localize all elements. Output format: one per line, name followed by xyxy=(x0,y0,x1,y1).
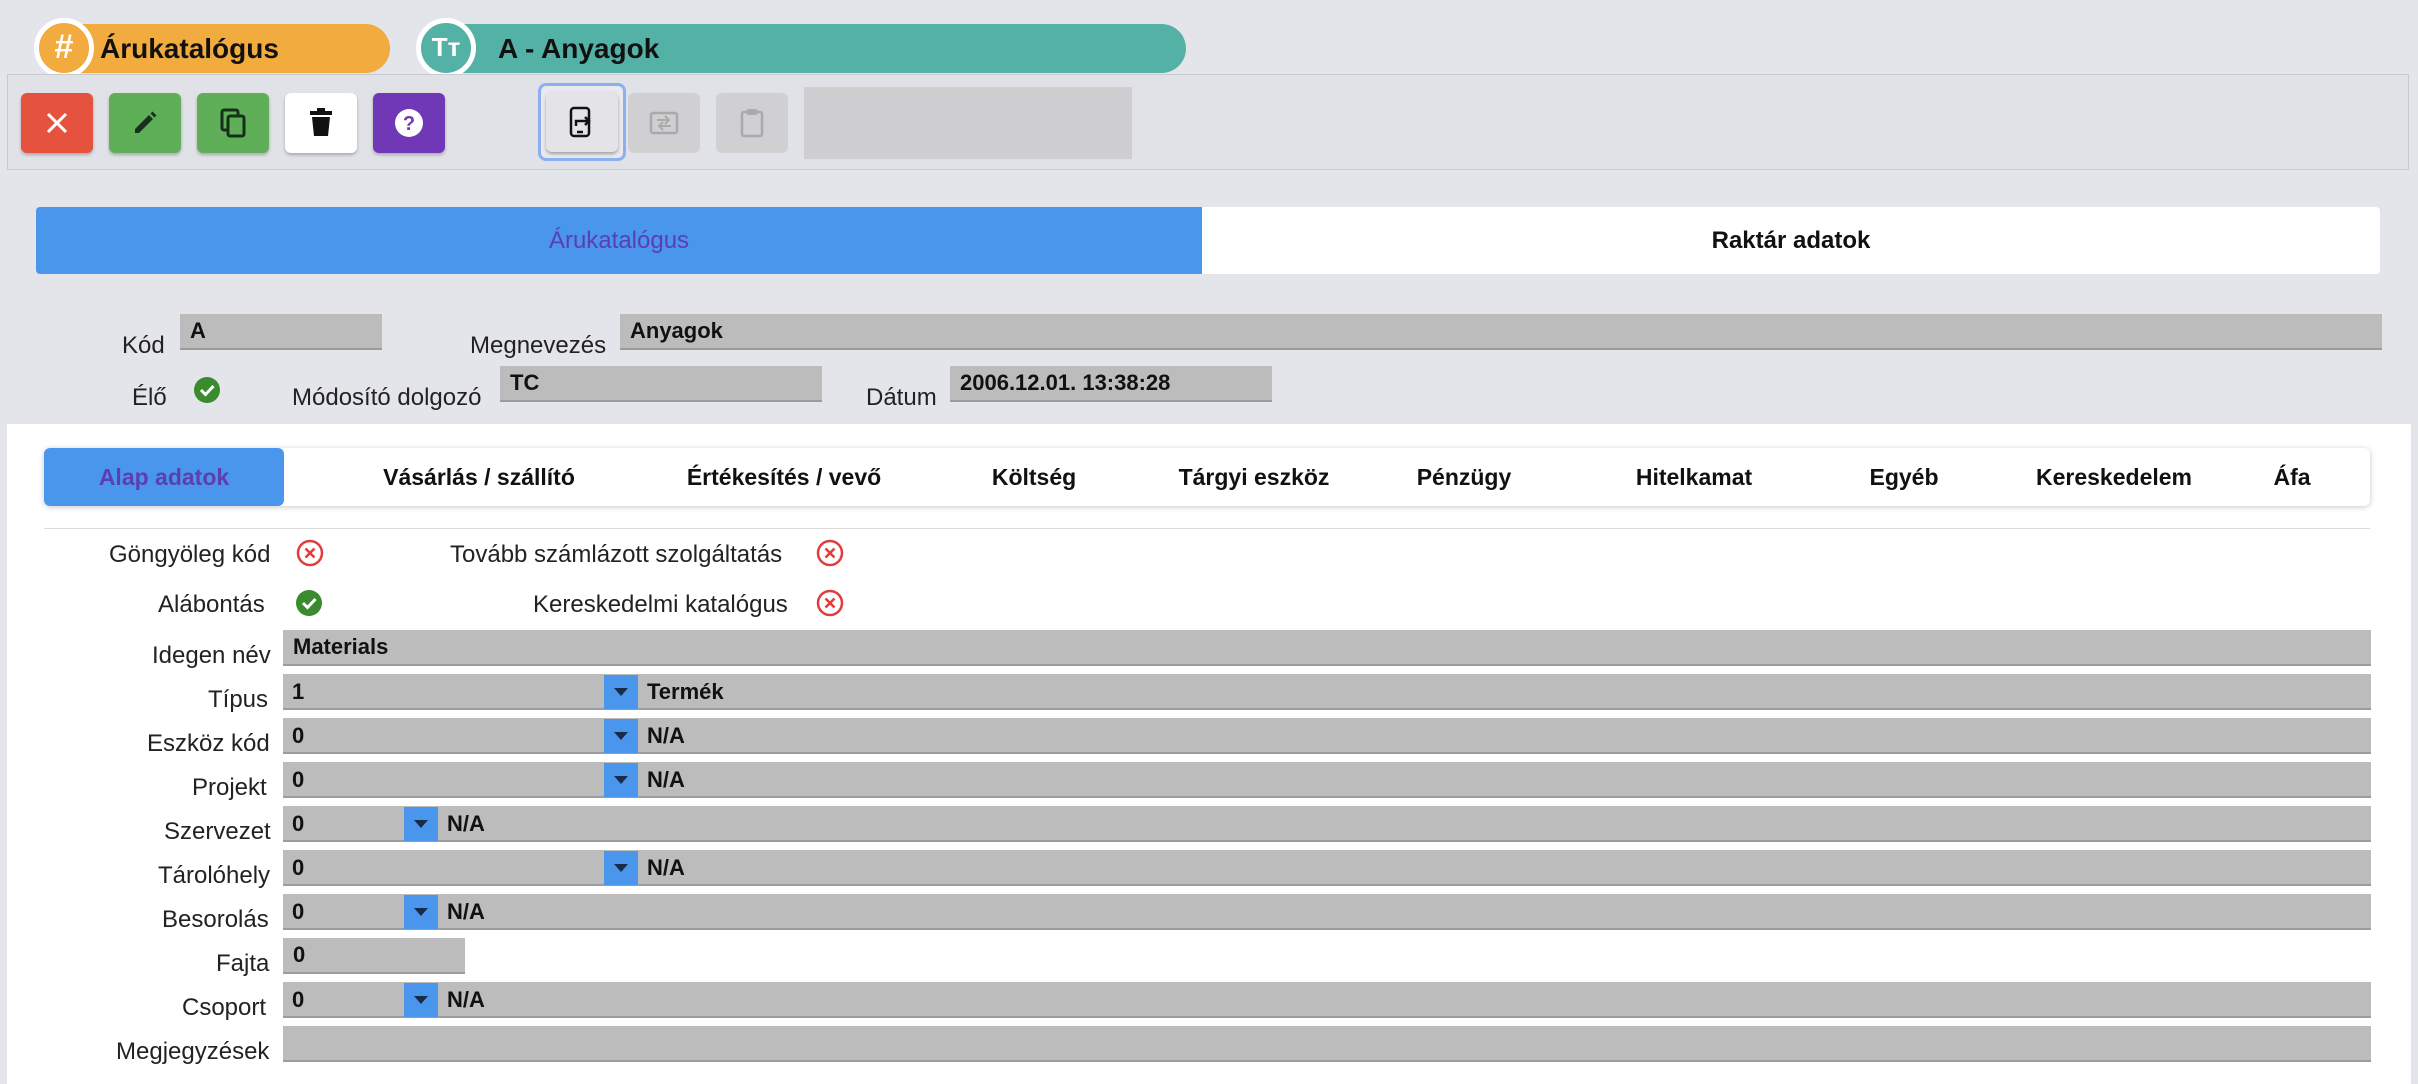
tipus-text: Termék xyxy=(647,679,724,704)
modosito-field[interactable]: TC xyxy=(500,366,822,402)
import-button[interactable] xyxy=(628,93,700,153)
toolbar-search-field[interactable] xyxy=(804,87,1132,159)
record-title: A - Anyagok xyxy=(498,33,660,64)
tab-raktar-adatok[interactable]: Raktár adatok xyxy=(1202,207,2380,274)
export-icon xyxy=(569,106,591,138)
szervezet-label: Szervezet xyxy=(164,818,271,845)
alabontas-check-icon[interactable] xyxy=(296,590,322,616)
edit-button[interactable] xyxy=(109,93,181,153)
tipus-dropdown-button[interactable] xyxy=(604,675,638,709)
szervezet-text: N/A xyxy=(447,811,485,836)
eszkoz-kod-text: N/A xyxy=(647,723,685,748)
fajta-label: Fajta xyxy=(216,950,270,977)
elo-label: Élő xyxy=(132,384,167,411)
subtab-kereskedelem[interactable]: Kereskedelem xyxy=(1984,448,2244,506)
idegen-nev-label: Idegen név xyxy=(152,642,271,669)
projekt-row xyxy=(283,762,2371,798)
kod-label: Kód xyxy=(122,332,165,359)
tipus-code[interactable]: 1 xyxy=(292,674,304,710)
subtab-hitelkamat[interactable]: Hitelkamat xyxy=(1574,448,1814,506)
projekt-text: N/A xyxy=(647,767,685,792)
besorolas-text: N/A xyxy=(447,899,485,924)
elo-check-icon[interactable] xyxy=(194,377,220,403)
subtab-egyeb[interactable]: Egyéb xyxy=(1824,448,1984,506)
subtab-koltseg[interactable]: Költség xyxy=(944,448,1124,506)
alabontas-label: Alábontás xyxy=(158,591,265,618)
edit-icon xyxy=(135,111,157,133)
megjegyzesek-label: Megjegyzések xyxy=(116,1038,270,1065)
tipus-row xyxy=(283,674,2371,710)
datum-field[interactable]: 2006.12.01. 13:38:28 xyxy=(950,366,1272,402)
besorolas-row xyxy=(283,894,2371,930)
eszkoz-kod-code[interactable]: 0 xyxy=(292,718,304,754)
subtab-targyi-eszkoz[interactable]: Tárgyi eszköz xyxy=(1124,448,1384,506)
copy-icon xyxy=(220,108,246,138)
fajta-field[interactable]: 0 xyxy=(283,938,465,974)
tipus-label: Típus xyxy=(208,686,269,713)
megnevezes-label: Megnevezés xyxy=(470,332,607,359)
close-button[interactable] xyxy=(21,93,93,153)
kereskedelmi-katalogus-label: Kereskedelmi katalógus xyxy=(533,591,788,618)
csoport-text: N/A xyxy=(447,987,485,1012)
projekt-dropdown-button[interactable] xyxy=(604,763,638,797)
csoport-code[interactable]: 0 xyxy=(292,982,304,1018)
besorolas-code[interactable]: 0 xyxy=(292,894,304,930)
idegen-nev-field[interactable]: Materials xyxy=(283,630,2371,666)
besorolas-label: Besorolás xyxy=(162,906,269,933)
gongyoleg-label: Göngyöleg kód xyxy=(109,541,271,568)
csoport-row xyxy=(283,982,2371,1018)
text-type-icon: Tт xyxy=(416,18,476,78)
tarolohely-label: Tárolóhely xyxy=(158,862,271,889)
subtab-ertekesites[interactable]: Értékesítés / vevő xyxy=(624,448,944,506)
csoport-label: Csoport xyxy=(182,994,267,1021)
close-icon xyxy=(46,112,68,134)
module-title: Árukatalógus xyxy=(100,33,279,64)
szervezet-row xyxy=(283,806,2371,842)
delete-button[interactable] xyxy=(285,93,357,153)
paste-button[interactable] xyxy=(716,93,788,153)
eszkoz-kod-label: Eszköz kód xyxy=(147,730,270,757)
import-icon xyxy=(649,111,679,135)
module-title-pill: # Árukatalógus xyxy=(34,18,390,78)
datum-label: Dátum xyxy=(866,384,937,411)
subtab-vasarlas[interactable]: Vásárlás / szállító xyxy=(334,448,624,506)
tovabb-szamlazott-label: Tovább számlázott szolgáltatás xyxy=(450,541,783,568)
delete-icon xyxy=(310,108,332,136)
help-icon: ? xyxy=(395,109,423,137)
tovabb-szamlazott-x-icon[interactable] xyxy=(816,539,844,567)
subtab-alap-adatok[interactable]: Alap adatok xyxy=(44,448,284,506)
tab-arukatalogus[interactable]: Árukatalógus xyxy=(36,207,1202,274)
subtab-penzugy[interactable]: Pénzügy xyxy=(1384,448,1544,506)
toolbar: ? xyxy=(7,74,2409,170)
szervezet-dropdown-button[interactable] xyxy=(404,807,438,841)
projekt-code[interactable]: 0 xyxy=(292,762,304,798)
besorolas-dropdown-button[interactable] xyxy=(404,895,438,929)
csoport-dropdown-button[interactable] xyxy=(404,983,438,1017)
eszkoz-kod-row xyxy=(283,718,2371,754)
megnevezes-field[interactable]: Anyagok xyxy=(620,314,2382,350)
main-tabs: Árukatalógus Raktár adatok xyxy=(36,207,2380,274)
tarolohely-dropdown-button[interactable] xyxy=(604,851,638,885)
record-title-pill: Tт A - Anyagok xyxy=(416,18,1186,78)
subtab-afa[interactable]: Áfa xyxy=(2244,448,2340,506)
gongyoleg-x-icon[interactable] xyxy=(296,539,324,567)
tarolohely-code[interactable]: 0 xyxy=(292,850,304,886)
copy-button[interactable] xyxy=(197,93,269,153)
hash-icon: # xyxy=(34,18,94,78)
kod-field[interactable]: A xyxy=(180,314,382,350)
eszkoz-kod-dropdown-button[interactable] xyxy=(604,719,638,753)
tarolohely-row xyxy=(283,850,2371,886)
modosito-label: Módosító dolgozó xyxy=(292,384,482,411)
svg-text:?: ? xyxy=(403,113,415,135)
projekt-label: Projekt xyxy=(192,774,267,801)
paste-icon xyxy=(740,109,764,138)
szervezet-code[interactable]: 0 xyxy=(292,806,304,842)
sub-tabs: Alap adatok Vásárlás / szállító Értékesí… xyxy=(44,448,2370,506)
kereskedelmi-katalogus-x-icon[interactable] xyxy=(816,589,844,617)
help-button[interactable]: ? xyxy=(373,93,445,153)
megjegyzesek-field[interactable] xyxy=(283,1026,2371,1062)
export-button[interactable] xyxy=(538,83,626,161)
divider xyxy=(44,528,2370,529)
tarolohely-text: N/A xyxy=(647,855,685,880)
